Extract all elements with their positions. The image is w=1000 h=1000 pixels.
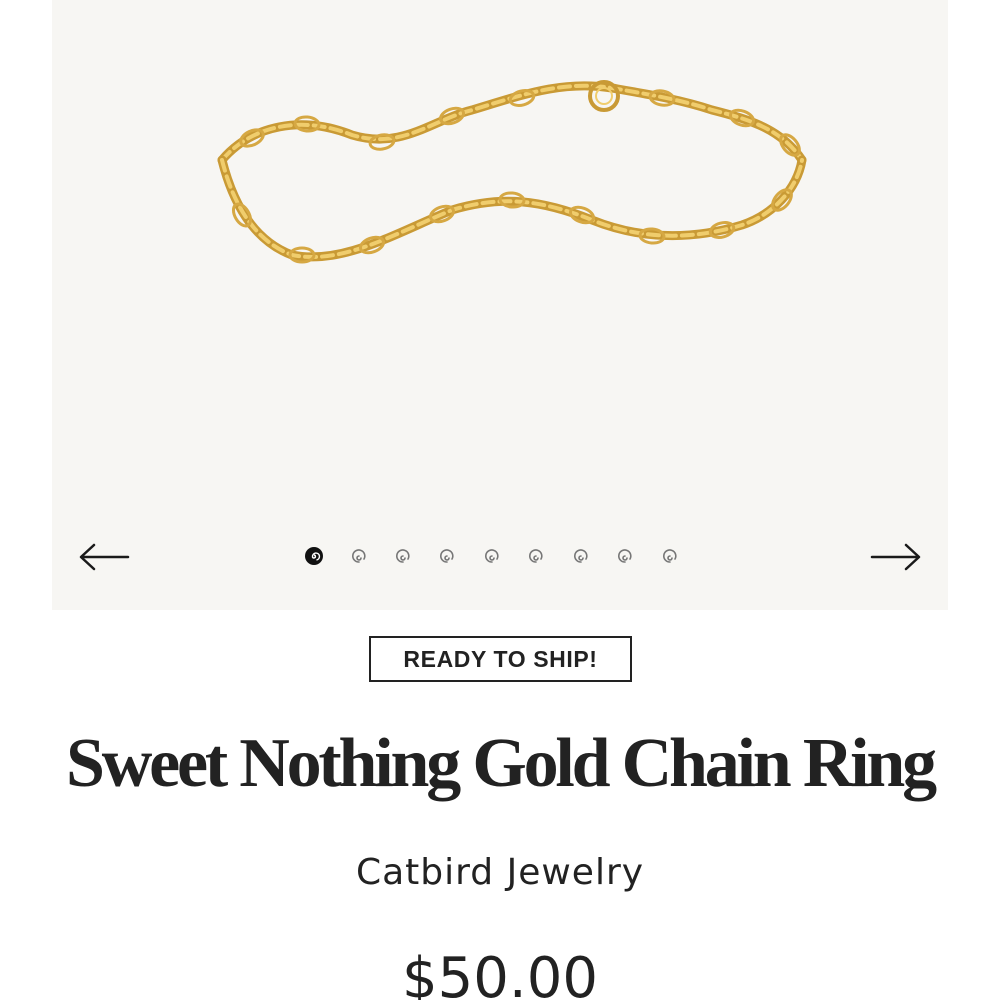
spiral-dot-icon	[662, 549, 677, 563]
spiral-dot-icon	[484, 549, 499, 563]
slide-dot-9[interactable]	[660, 545, 680, 567]
product-gallery	[52, 0, 948, 610]
slide-dot-4[interactable]	[437, 545, 457, 567]
brand-link[interactable]: Catbird Jewelry	[0, 852, 1000, 893]
ready-to-ship-badge: READY TO SHIP!	[369, 636, 632, 682]
slide-dot-3[interactable]	[393, 545, 413, 567]
spiral-dot-icon	[529, 549, 543, 563]
arrow-left-icon	[79, 543, 130, 571]
product-title: Sweet Nothing Gold Chain Ring	[66, 725, 937, 802]
product-price: $50.00	[402, 946, 598, 1000]
spiral-dot-icon	[440, 549, 454, 563]
previous-slide-button[interactable]	[74, 536, 134, 578]
spiral-dot-icon	[618, 549, 632, 563]
slide-dot-1[interactable]	[304, 545, 324, 567]
spiral-dot-active-icon	[305, 547, 324, 565]
slide-dots	[304, 545, 704, 567]
slide-dot-5[interactable]	[482, 545, 502, 567]
slide-dot-8[interactable]	[615, 545, 635, 567]
spiral-dot-icon	[351, 549, 366, 563]
slide-dot-7[interactable]	[571, 545, 591, 567]
arrow-right-icon	[870, 543, 921, 571]
product-page: READY TO SHIP! Sweet Nothing Gold Chain …	[0, 0, 1000, 1000]
slide-dot-2[interactable]	[348, 545, 368, 567]
next-slide-button[interactable]	[866, 536, 926, 578]
product-image	[217, 80, 807, 264]
spiral-dot-icon	[395, 549, 410, 563]
spiral-dot-icon	[573, 549, 588, 563]
slide-dot-6[interactable]	[526, 545, 546, 567]
